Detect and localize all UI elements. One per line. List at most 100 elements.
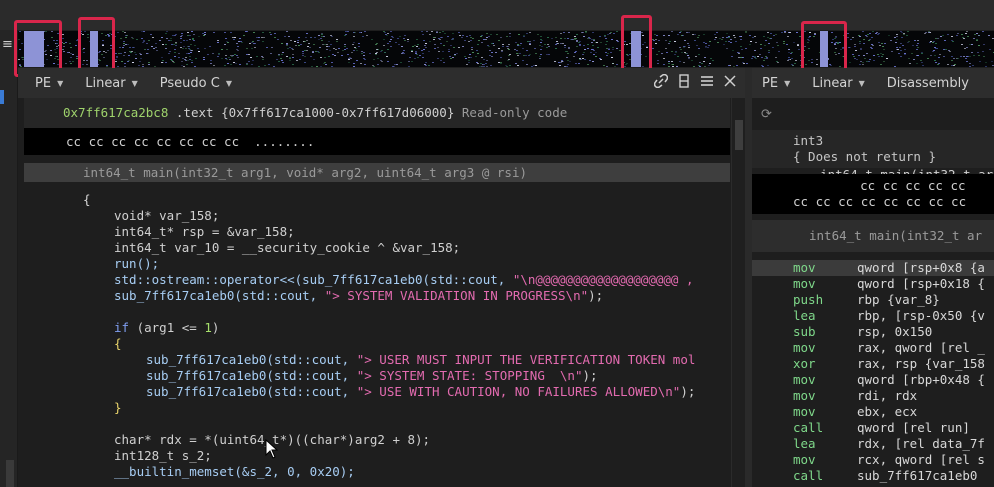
code-line[interactable]: { [24,192,730,208]
mode-select[interactable]: Pseudo C ▼ [160,76,232,91]
split-pane-icon[interactable] [677,74,691,93]
asm-listing: mov qword [rsp+0x8 {a mov qword [rsp+0x18 {… [752,260,994,484]
code-line[interactable]: void* var_158; [24,208,730,224]
code-token: { [83,192,91,207]
chevron-down-icon: ▼ [784,78,791,88]
asm-line[interactable]: call qword [rel run] [752,420,994,436]
asm-operands: rdi, rdx [857,388,918,403]
code-token: void* var_158; [114,208,220,223]
asm-operands: ebx, ecx [857,404,918,419]
left-pane-scrollbar[interactable] [731,98,745,487]
code-line[interactable]: char* rdx = *(uint64_t*)((char*)arg2 + 8… [24,432,730,448]
section-permission: Read-only code [461,105,568,120]
link-icon[interactable] [653,73,669,93]
asm-line[interactable]: push rbp {var_8} [752,292,994,308]
layout-label: Linear [85,75,126,91]
disassembly-view[interactable]: ⟳ int64_t main(int32_t arg1, int3 { Does… [752,98,994,487]
asm-operands: rbp, [rsp-0x50 {v [857,308,985,323]
asm-operands: rax, qword [rel _ [857,340,985,355]
string-literal: "> USER MUST INPUT THE VERIFICATION TOKE… [356,352,696,367]
code-line[interactable]: std::ostream::operator<<(sub_7ff617ca1eb… [24,272,730,288]
view-type-select[interactable]: PE ▼ [762,76,790,91]
asm-mnemonic: mov [793,404,816,419]
feature-map[interactable] [18,31,994,67]
asm-mnemonic: xor [793,356,816,371]
view-type-label: PE [35,75,52,91]
code-token: __builtin_memset(&s_2, 0, 0x20); [114,464,355,479]
string-literal: "> SYSTEM VALIDATION IN PROGRESS\n" [324,288,589,303]
section-name: .text [175,105,214,120]
asm-mnemonic: mov [793,340,816,355]
right-info-block: int3 { Does not return } [752,130,994,168]
menu-icon[interactable] [700,74,714,93]
code-line[interactable]: { [24,336,730,352]
code-line[interactable]: __builtin_memset(&s_2, 0, 0x20); [24,464,730,480]
asm-line[interactable]: mov rdi, rdx [752,388,994,404]
code-token: { [114,336,122,351]
asm-mnemonic: call [793,420,824,435]
asm-mnemonic: lea [793,308,816,323]
mode-label: Pseudo C [159,75,220,91]
pane-splitter[interactable] [745,68,752,487]
code-line[interactable]: sub_7ff617ca1eb0(std::cout, "> USER MUST… [24,352,730,368]
code-line[interactable]: sub_7ff617ca1eb0(std::cout, "> SYSTEM VA… [24,288,730,304]
close-icon[interactable] [723,74,737,93]
pseudo-c-view[interactable]: 0x7ff617ca2bc8 .text {0x7ff617ca1000-0x7… [24,98,730,487]
asm-line[interactable]: call sub_7ff617ca1eb0 [752,468,994,484]
asm-operands: rcx, qword [rel s [857,452,985,467]
asm-line[interactable]: mov ebx, ecx [752,404,994,420]
sidebar: ≡ [0,30,18,487]
asm-line[interactable]: mov qword [rsp+0x8 {a [752,260,994,276]
mode-label: Disassembly [886,75,969,91]
code-line[interactable]: int128_t s_2; [24,448,730,464]
mode-select[interactable]: Disassembly [887,76,969,91]
code-token: std::ostream::operator<<(sub_7ff617ca1eb… [114,272,513,287]
code-token: sub_7ff617ca1eb0(std::cout, [146,352,357,367]
sidebar-scrollbar[interactable] [6,460,14,487]
code-line[interactable]: int64_t var_10 = __security_cookie ^ &va… [24,240,730,256]
code-token: } [114,400,122,415]
layout-select[interactable]: Linear ▼ [812,76,865,91]
view-type-select[interactable]: PE ▼ [35,76,63,91]
right-function-header[interactable]: ⟳ int64_t main(int32_t arg1, [752,100,994,182]
refresh-icon[interactable]: ⟳ [761,100,772,130]
code-line[interactable]: sub_7ff617ca1eb0(std::cout, "> SYSTEM ST… [24,368,730,384]
keyword: if [114,320,130,335]
asm-line[interactable]: lea rbp, [rsp-0x50 {v [752,308,994,324]
code-line[interactable]: int64_t* rsp = &var_158; [24,224,730,240]
asm-line[interactable]: mov rax, qword [rel _ [752,340,994,356]
section-address[interactable]: 0x7ff617ca2bc8 [63,105,168,120]
code-token: int64_t var_10 = __security_cookie ^ &va… [114,240,461,255]
asm-line[interactable]: xor rax, rsp {var_158 [752,356,994,372]
asm-line[interactable]: sub rsp, 0x150 [752,324,994,340]
code-token: sub_7ff617ca1eb0(std::cout, [146,368,357,383]
scrollbar-thumb[interactable] [735,120,743,150]
code-line[interactable]: run(); [24,256,730,272]
signature-text: int64_t main(int32_t ar [809,228,983,243]
feature-map-canvas [18,31,994,67]
hamburger-menu-icon[interactable]: ≡ [2,38,14,51]
asm-line[interactable]: mov rcx, qword [rel s [752,452,994,468]
asm-mnemonic: mov [793,388,816,403]
info-line: int3 [793,133,824,148]
function-signature[interactable]: int64_t main(int32_t arg1, void* arg2, u… [24,163,730,182]
code-line[interactable]: sub_7ff617ca1eb0(std::cout, "> USE WITH … [24,384,730,400]
code-line[interactable]: if (arg1 <= 1) [24,320,730,336]
left-pane-header: PE ▼ Linear ▼ Pseudo C ▼ [18,68,745,98]
asm-mnemonic: push [793,292,824,307]
right-hex-block: cc cc cc cc cc cc cc cc cc cc cc cc cc [752,174,994,214]
asm-line[interactable]: mov qword [rbp+0x48 { [752,372,994,388]
signature-text: int64_t main(int32_t arg1, void* arg2, u… [83,165,528,180]
asm-line[interactable]: mov qword [rsp+0x18 { [752,276,994,292]
asm-line[interactable]: lea rdx, [rel data_7f [752,436,994,452]
asm-mnemonic: mov [793,260,816,275]
chevron-down-icon: ▼ [225,78,232,88]
right-function-signature[interactable]: int64_t main(int32_t ar [752,220,994,252]
code-line[interactable]: } [24,400,730,416]
asm-mnemonic: call [793,468,824,483]
code-token: ); [588,288,604,303]
layout-select[interactable]: Linear ▼ [85,76,138,91]
string-literal: "\n@@@@@@@@@@@@@@@@@@@ , [512,272,694,287]
